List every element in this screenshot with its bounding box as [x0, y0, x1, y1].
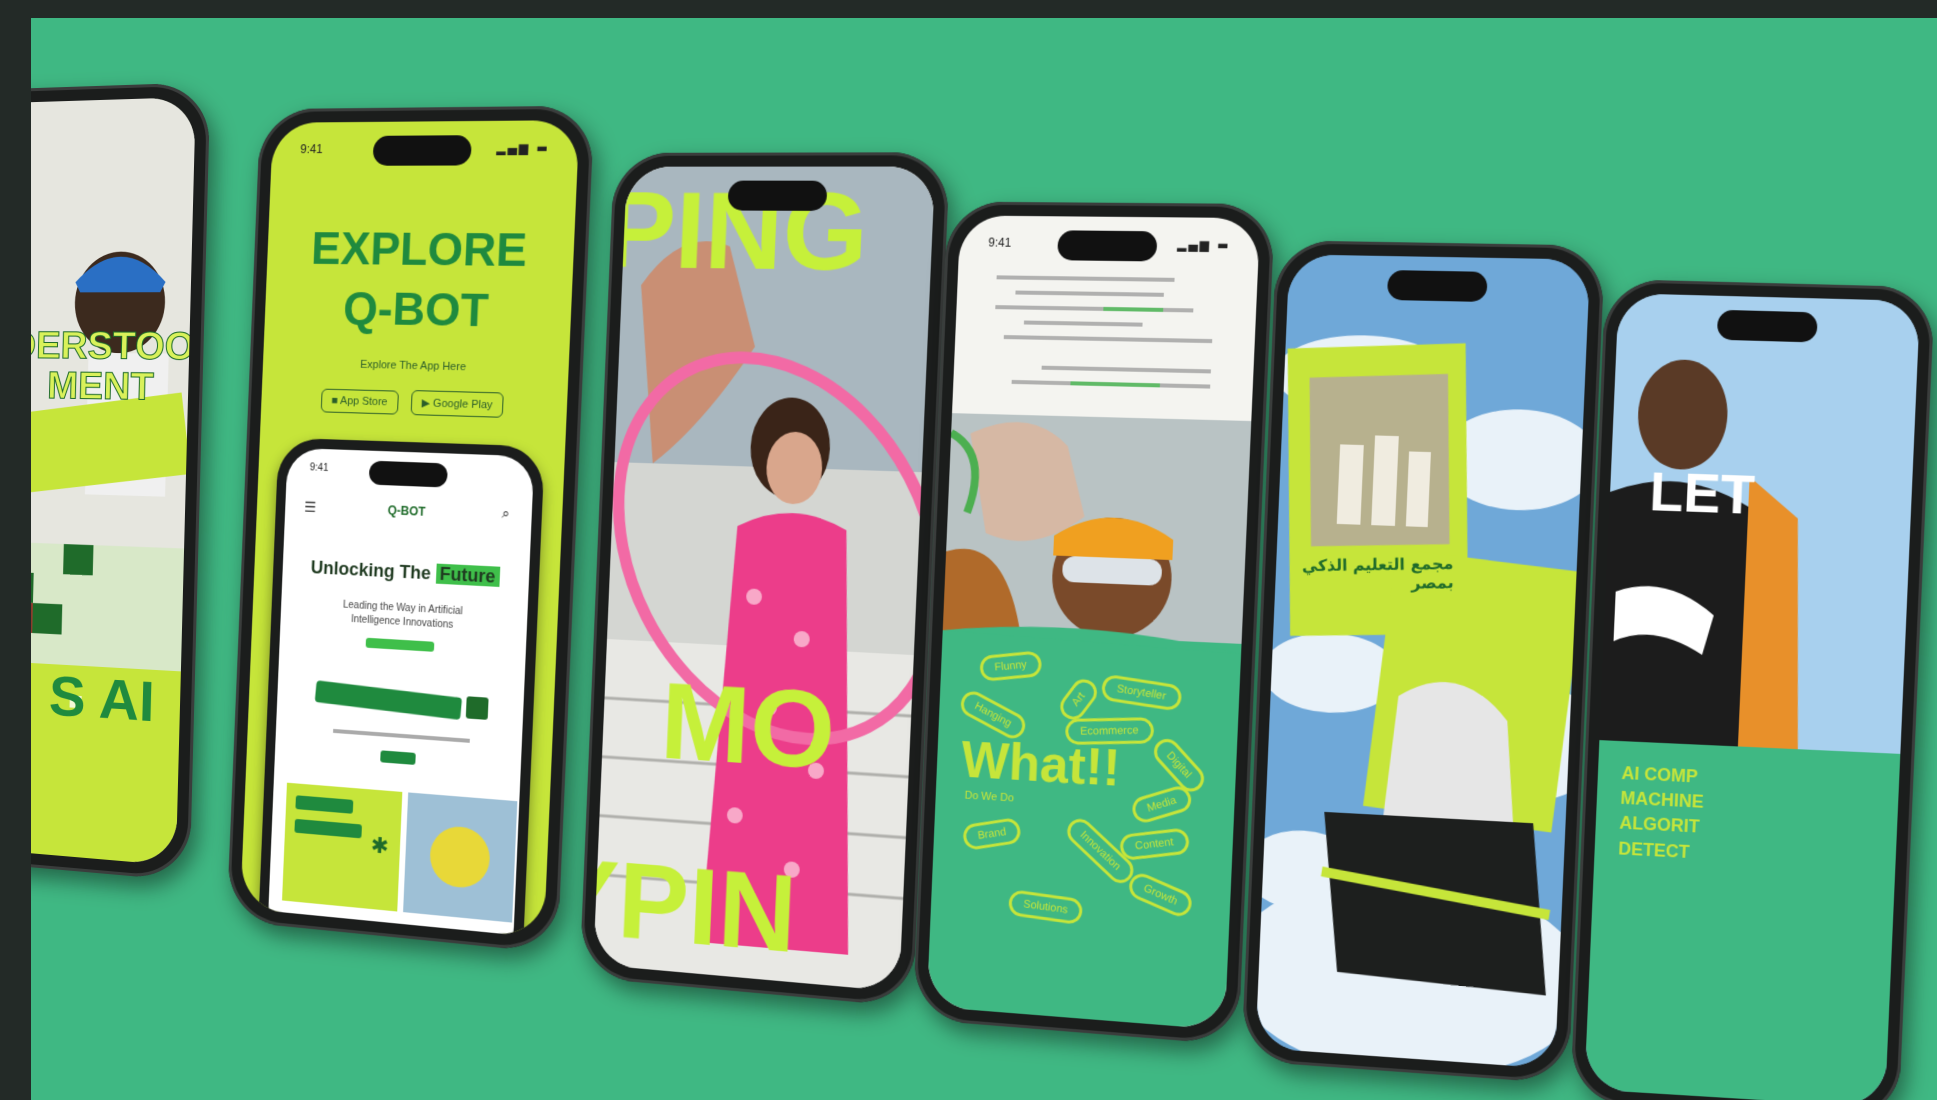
phone-screen: LET AI COMP MACHINE ALGORIT DETECT — [1584, 293, 1921, 1100]
phone1-line1: DERSTOOD — [31, 324, 196, 369]
arabic-poster-text: مجمع التعليم الذكي بمصر — [1301, 553, 1454, 593]
inner-cta-bar — [365, 637, 435, 652]
mockup-canvas: DERSTOOD MENT S AI 9:41 ▂▄▆ ▬ EXPLORE Q-… — [31, 18, 1937, 1100]
dynamic-island — [727, 180, 828, 211]
store-buttons: ■ App Store ▶ Google Play — [261, 386, 568, 420]
phone-screen: 9:41 ▂▄▆ ▬ EXPLORE Q-BOT Explore The App… — [240, 120, 580, 938]
inner-screen: 9:41 ☰ Q-BOT ⌕ Unlocking The Future Lead… — [267, 447, 535, 938]
status-time: 9:41 — [300, 142, 323, 157]
inner-time: 9:41 — [309, 462, 329, 474]
phone-mockup-4: 9:41 ▂▄▆ ▬ Flunny Art Storyteller Hangin… — [912, 201, 1276, 1046]
search-icon[interactable]: ⌕ — [501, 506, 510, 523]
phone-mockup-2: 9:41 ▂▄▆ ▬ EXPLORE Q-BOT Explore The App… — [226, 105, 595, 954]
phone6-text-line-3: DETECT — [1617, 838, 1690, 862]
dynamic-island — [372, 135, 472, 166]
phone6-text: AI COMP MACHINE ALGORIT DETECT — [1618, 761, 1705, 865]
apple-icon: ■ — [331, 394, 339, 407]
dynamic-island — [1386, 270, 1488, 302]
phone-mockup-6: LET AI COMP MACHINE ALGORIT DETECT — [1569, 278, 1935, 1100]
inner-body: Leading the Way in Artificial Intelligen… — [342, 599, 463, 631]
phone6-overlay-word: LET — [1648, 459, 1757, 526]
inner-small-text — [333, 728, 470, 743]
inner-card: ✱ — [282, 782, 403, 912]
phone3-bottom-word: YPIN — [593, 834, 800, 977]
dynamic-island — [1057, 230, 1158, 262]
explore-title-line2: Q-BOT — [342, 281, 490, 337]
inner-flower-image — [403, 792, 518, 923]
what-headline: What!! — [960, 731, 1122, 798]
inner-phone: 9:41 ☰ Q-BOT ⌕ Unlocking The Future Lead… — [257, 437, 545, 938]
newspaper-photo — [31, 96, 196, 866]
inner-island — [368, 460, 448, 488]
phone-screen: DERSTOOD MENT S AI — [31, 96, 196, 866]
sky-collage-photo — [1255, 254, 1591, 1069]
phone3-mid-word: MO — [658, 659, 838, 794]
phone-screen: 9:41 ▂▄▆ ▬ Flunny Art Storyteller Hangin… — [926, 215, 1261, 1030]
google-play-button[interactable]: ▶ Google Play — [410, 390, 505, 418]
phone-mockup-3: PING MO YPIN — [579, 152, 951, 1008]
phone1-bottom-text: S AI — [48, 663, 156, 734]
status-icons: ▂▄▆ ▬ — [496, 140, 551, 156]
status-time: 9:41 — [988, 235, 1012, 250]
heading-highlight: Future — [435, 563, 500, 587]
inner-heading: Unlocking The Future — [282, 556, 529, 590]
app-store-label: App Store — [339, 395, 388, 409]
phone1-line2: MENT — [46, 365, 155, 410]
inner-input[interactable] — [314, 680, 463, 720]
model-photo — [1584, 293, 1921, 1100]
collage-photo — [926, 275, 1252, 1030]
star-icon: ✱ — [370, 833, 390, 860]
status-icons: ▂▄▆ ▬ — [1176, 237, 1231, 253]
inner-logo: Q-BOT — [387, 503, 426, 519]
app-store-button[interactable]: ■ App Store — [320, 388, 399, 415]
explore-title-line1: EXPLORE — [310, 222, 529, 277]
explore-subtitle: Explore The App Here — [359, 358, 467, 374]
play-icon: ▶ — [421, 397, 431, 410]
phone6-text-line-2: ALGORIT — [1619, 813, 1700, 837]
google-play-label: Google Play — [432, 397, 493, 412]
inner-submit[interactable] — [465, 696, 489, 720]
phone-screen: PING MO YPIN — [593, 166, 936, 992]
phone-mockup-1: DERSTOOD MENT S AI — [31, 82, 211, 882]
dynamic-island — [1716, 309, 1818, 343]
heading-start: Unlocking The — [310, 557, 432, 584]
inner-small-button[interactable] — [380, 750, 416, 765]
phone-screen: مجمع التعليم الذكي بمصر — [1255, 254, 1591, 1069]
phone-mockup-5: مجمع التعليم الذكي بمصر — [1241, 240, 1606, 1084]
